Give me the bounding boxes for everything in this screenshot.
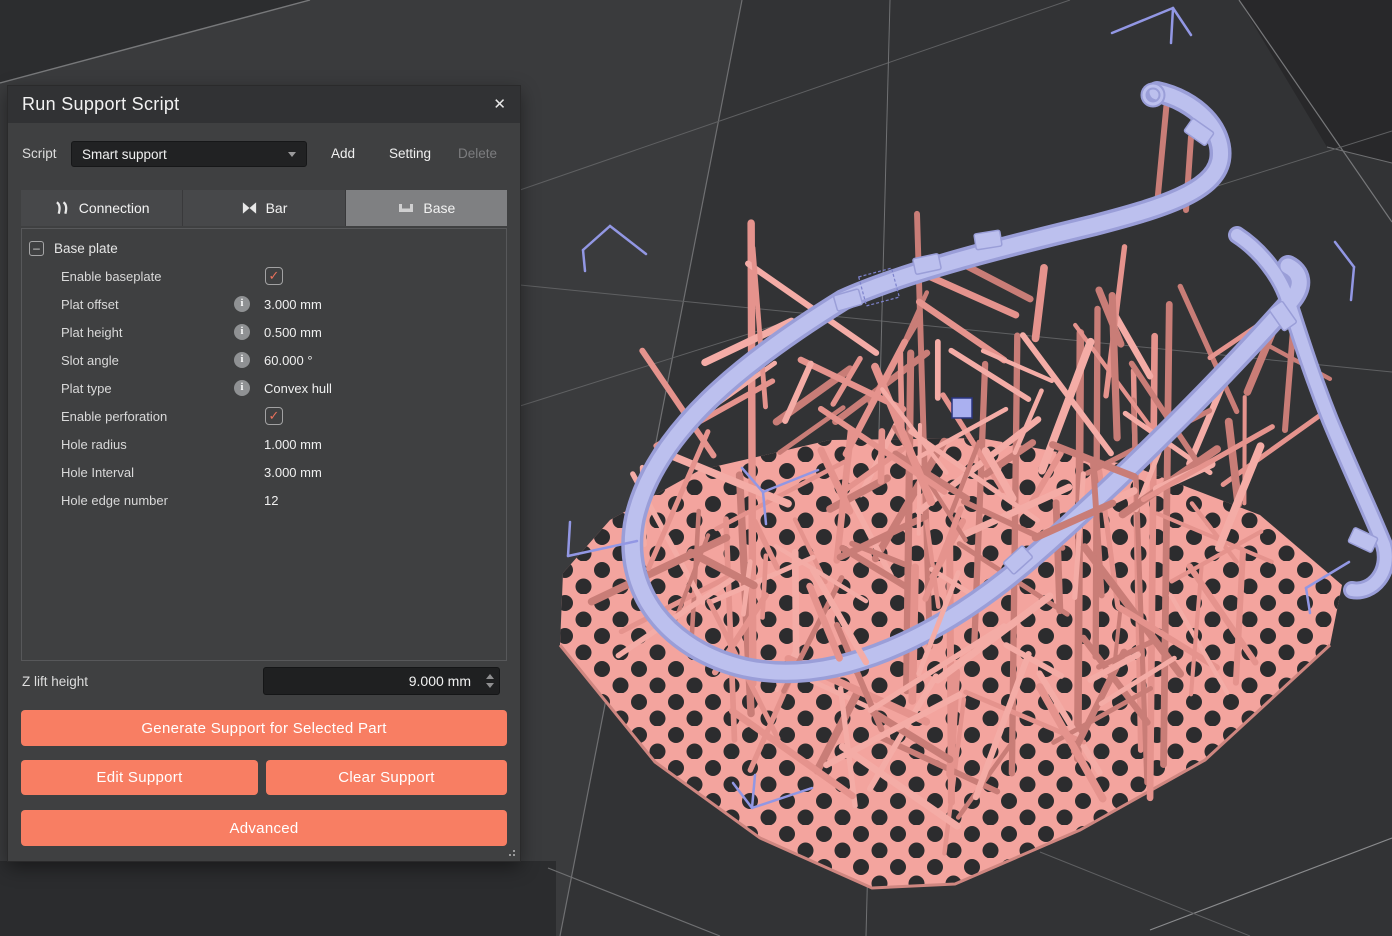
group-header-base-plate: – Base plate (22, 233, 506, 263)
tab-label: Bar (266, 200, 288, 216)
setting-row: Slot angle i 60.000 ° (22, 347, 506, 375)
connection-icon (54, 201, 71, 215)
setting-label: Hole Interval (61, 465, 134, 480)
spinner-down-icon[interactable] (486, 683, 494, 688)
setting-label: Enable perforation (61, 409, 167, 424)
advanced-button[interactable]: Advanced (21, 810, 507, 846)
setting-label: Hole edge number (61, 493, 168, 508)
setting-label: Enable baseplate (61, 269, 161, 284)
setting-row: Hole Interval 3.000 mm (22, 459, 506, 487)
z-lift-input[interactable]: 9.000 mm (263, 667, 500, 695)
z-lift-value: 9.000 mm (264, 673, 481, 689)
setting-label: Slot angle (61, 353, 119, 368)
checkbox[interactable]: ✓ (265, 407, 283, 425)
clear-support-button[interactable]: Clear Support (266, 760, 507, 795)
setting-row: Plat offset i 3.000 mm (22, 291, 506, 319)
setting-label: Hole radius (61, 437, 127, 452)
application-window: Run Support Script ✕ Script Smart suppor… (0, 0, 1392, 936)
add-button[interactable]: Add (331, 146, 355, 161)
tab-label: Base (423, 200, 455, 216)
info-icon[interactable]: i (234, 380, 250, 396)
settings-panel: – Base plate Enable baseplate ✓ Plat offse… (21, 228, 507, 661)
delete-button: Delete (458, 146, 497, 161)
setting-value[interactable]: Convex hull (264, 381, 332, 396)
setting-row: Enable perforation ✓ (22, 403, 506, 431)
setting-row: Plat height i 0.500 mm (22, 319, 506, 347)
tab-base[interactable]: Base (346, 190, 507, 226)
collapse-toggle-icon[interactable]: – (29, 241, 44, 256)
setting-row: Hole edge number 12 (22, 487, 506, 515)
checkbox[interactable]: ✓ (265, 267, 283, 285)
info-icon[interactable]: i (234, 296, 250, 312)
tab-label: Connection (79, 200, 150, 216)
resize-grip[interactable] (505, 846, 515, 856)
close-icon[interactable]: ✕ (493, 97, 506, 112)
setting-value[interactable]: 3.000 mm (264, 465, 322, 480)
group-title: Base plate (54, 241, 118, 256)
chevron-down-icon (288, 152, 296, 157)
info-icon[interactable]: i (234, 352, 250, 368)
setting-button[interactable]: Setting (389, 146, 431, 161)
checkmark-icon: ✓ (269, 268, 280, 283)
edit-support-button[interactable]: Edit Support (21, 760, 258, 795)
setting-value[interactable]: 12 (264, 493, 278, 508)
tab-connection[interactable]: Connection (21, 190, 183, 226)
setting-value[interactable]: 60.000 ° (264, 353, 313, 368)
setting-value[interactable]: 1.000 mm (264, 437, 322, 452)
z-lift-row: Z lift height 9.000 mm (8, 667, 520, 695)
setting-row: Hole radius 1.000 mm (22, 431, 506, 459)
setting-label: Plat type (61, 381, 112, 396)
z-lift-label: Z lift height (22, 674, 88, 689)
spinner-control[interactable] (481, 668, 499, 694)
setting-value[interactable]: 0.500 mm (264, 325, 322, 340)
checkmark-icon: ✓ (269, 408, 280, 423)
dialog-title: Run Support Script (22, 94, 179, 115)
generate-support-button[interactable]: Generate Support for Selected Part (21, 710, 507, 746)
dialog-titlebar[interactable]: Run Support Script ✕ (8, 86, 520, 123)
script-dropdown[interactable]: Smart support (71, 141, 307, 167)
script-label: Script (22, 146, 57, 161)
tab-bar[interactable]: Bar (183, 190, 345, 226)
run-support-script-dialog: Run Support Script ✕ Script Smart suppor… (8, 86, 520, 861)
script-dropdown-value: Smart support (82, 147, 167, 162)
setting-label: Plat height (61, 325, 122, 340)
spinner-up-icon[interactable] (486, 674, 494, 679)
base-icon (397, 201, 415, 215)
info-icon[interactable]: i (234, 324, 250, 340)
setting-value[interactable]: 3.000 mm (264, 297, 322, 312)
script-row: Script Smart support Add Setting Delete (8, 123, 520, 185)
setting-label: Plat offset (61, 297, 119, 312)
setting-row: Plat type i Convex hull (22, 375, 506, 403)
setting-row: Enable baseplate ✓ (22, 263, 506, 291)
bar-icon (241, 201, 258, 215)
tab-bar: Connection Bar Base (21, 190, 507, 226)
selection-gizmo-handle[interactable] (952, 398, 972, 418)
